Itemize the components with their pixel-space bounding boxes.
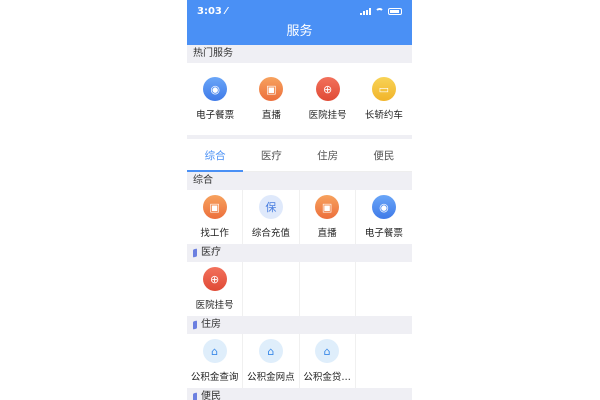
section-general-header: 综合 [187,172,412,190]
hot-services-header: 热门服务 [187,45,412,63]
item-label: 电子餐票 [364,228,403,239]
item-label: 公积金网点 [247,372,295,383]
section-title: 综合 [193,175,213,186]
hot-item-ticket[interactable]: ◉ 电子餐票 [187,63,243,135]
hot-item-label: 直播 [261,110,281,121]
status-bar: 3:03 ⁄ [187,0,412,22]
section-medical-grid: ⊕ 医院挂号 [187,262,412,316]
section-title: 住房 [201,319,221,330]
item-label: 直播 [317,228,337,239]
section-title: 便民 [201,391,221,400]
hot-item-label: 电子餐票 [196,110,235,121]
live-icon: ▣ [315,195,340,219]
item-find-job[interactable]: ▣ 找工作 [187,190,244,244]
tab-convenience[interactable]: 便民 [356,141,412,171]
hot-item-label: 长轿约车 [364,110,403,121]
hot-item-hospital[interactable]: ⊕ 医院挂号 [300,63,356,135]
section-medical-header: 医疗 [187,244,412,262]
section-marker-icon [193,320,197,330]
phone-screen: 3:03 ⁄ 服务 热门服务 ◉ 电子餐票 ▣ 直播 ⊕ 医院挂号 ▭ 长轿约车… [187,0,412,400]
item-label: 医院挂号 [195,300,234,311]
tab-medical[interactable]: 医疗 [243,141,299,171]
item-hospital[interactable]: ⊕ 医院挂号 [187,262,244,316]
item-fund-loan[interactable]: ⌂ 公积金贷… [300,334,356,388]
item-live[interactable]: ▣ 直播 [300,190,356,244]
hot-item-label: 医院挂号 [308,110,347,121]
empty-cell [356,334,412,388]
section-title: 医疗 [201,247,221,258]
house-icon: ⌂ [258,339,283,363]
divider [187,135,412,139]
hot-item-live[interactable]: ▣ 直播 [243,63,299,135]
item-label: 综合充值 [251,228,290,239]
battery-icon [388,7,402,15]
item-label: 找工作 [200,228,229,239]
wifi-icon [375,7,384,15]
hot-services-title: 热门服务 [193,48,233,59]
category-tabs: 综合 医疗 住房 便民 [187,141,412,172]
tab-general[interactable]: 综合 [187,141,244,172]
section-general-grid: ▣ 找工作 保 综合充值 ▣ 直播 ◉ 电子餐票 [187,190,412,244]
hot-services-grid: ◉ 电子餐票 ▣ 直播 ⊕ 医院挂号 ▭ 长轿约车 [187,63,412,135]
item-ticket[interactable]: ◉ 电子餐票 [356,190,412,244]
car-icon: ▭ [371,77,396,101]
item-recharge[interactable]: 保 综合充值 [243,190,300,244]
hospital-icon: ⊕ [202,267,227,291]
section-housing-grid: ⌂ 公积金查询 ⌂ 公积金网点 ⌂ 公积金贷… [187,334,412,388]
section-marker-icon [193,392,197,400]
briefcase-icon: ▣ [202,195,227,219]
empty-cell [300,262,356,316]
ticket-icon: ◉ [203,77,228,101]
shield-icon: 保 [258,195,283,219]
status-icons [360,7,402,15]
ticket-icon: ◉ [371,195,396,219]
page-title: 服务 [286,24,313,39]
section-housing-header: 住房 [187,316,412,334]
live-icon: ▣ [259,77,284,101]
item-label: 公积金贷… [303,372,351,383]
house-icon: ⌂ [202,339,227,363]
section-marker-icon [193,248,197,258]
hot-item-car[interactable]: ▭ 长轿约车 [356,63,412,135]
item-fund-branch[interactable]: ⌂ 公积金网点 [243,334,300,388]
house-icon: ⌂ [315,339,340,363]
section-convenience-header: 便民 [187,388,412,400]
item-label: 公积金查询 [190,372,239,383]
status-time: 3:03 ⁄ [197,5,228,17]
tab-housing[interactable]: 住房 [300,141,356,171]
empty-cell [243,262,300,316]
item-fund-query[interactable]: ⌂ 公积金查询 [187,334,244,388]
app-header: 3:03 ⁄ 服务 [187,0,412,45]
hospital-icon: ⊕ [315,77,340,101]
signal-icon [360,7,371,15]
empty-cell [356,262,412,316]
